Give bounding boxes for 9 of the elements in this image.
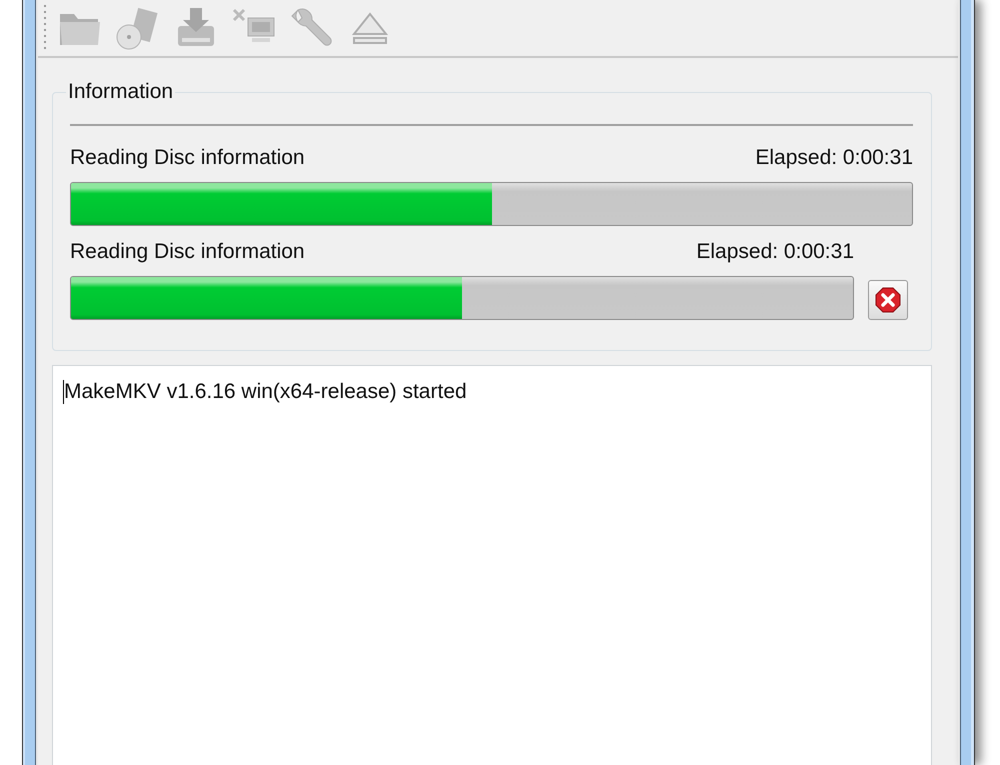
cancel-button[interactable] <box>868 280 908 320</box>
group-title: Information <box>67 80 174 104</box>
task-label: Reading Disc information <box>70 146 305 170</box>
stop-icon <box>875 287 901 313</box>
log-line: MakeMKV v1.6.16 win(x64-release) started <box>63 380 921 404</box>
task-label: Reading Disc information <box>70 240 305 264</box>
elapsed-time: Elapsed: 0:00:31 <box>755 146 913 170</box>
elapsed-time: Elapsed: 0:00:31 <box>696 240 854 264</box>
log-area[interactable]: MakeMKV v1.6.16 win(x64-release) started <box>52 365 932 765</box>
